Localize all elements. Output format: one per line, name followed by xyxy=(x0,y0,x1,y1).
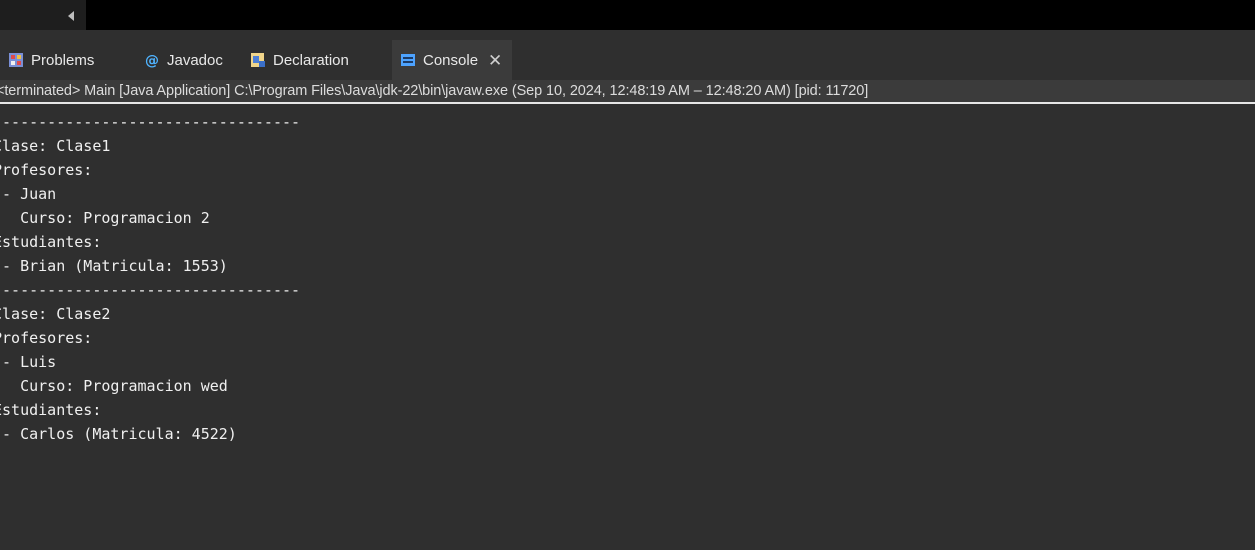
console-line: Clase: Clase2 xyxy=(0,305,111,323)
tab-label: Javadoc xyxy=(167,51,223,69)
console-line: ---------------------------------- xyxy=(0,281,301,299)
console-line: - Juan xyxy=(2,185,57,203)
console-line: Curso: Programacion 2 xyxy=(0,209,210,227)
console-status-line: <terminated> Main [Java Application] C:\… xyxy=(0,80,1255,102)
console-line: Clase: Clase1 xyxy=(0,137,111,155)
tab-console[interactable]: Console ✕ xyxy=(392,40,513,80)
tab-problems[interactable]: Problems xyxy=(8,40,94,80)
console-line: - Brian (Matricula: 1553) xyxy=(0,257,228,275)
console-line: - Luis xyxy=(2,353,57,371)
console-line: - Carlos (Matricula: 4522) xyxy=(0,425,237,443)
console-line: Estudiantes: xyxy=(0,401,102,419)
scroll-left-icon[interactable] xyxy=(68,11,74,21)
termination-status: <terminated> Main [Java Application] C:\… xyxy=(0,83,869,99)
tab-label: Problems xyxy=(31,51,95,69)
tab-label: Console xyxy=(423,51,479,69)
console-line: Profesores: xyxy=(0,161,93,179)
console-line: Estudiantes: xyxy=(0,233,102,251)
toolbar-scroll-area xyxy=(0,0,86,30)
javadoc-icon: @ xyxy=(144,52,160,69)
problems-icon xyxy=(8,52,24,68)
console-divider xyxy=(0,102,1255,104)
view-tab-bar: Problems @ Javadoc Declaration Console ✕ xyxy=(0,30,1255,80)
console-line: Curso: Programacion wed xyxy=(0,377,228,395)
console-line: Profesores: xyxy=(0,329,93,347)
console-output[interactable]: ---------------------------------- Clase… xyxy=(0,110,1255,550)
console-icon xyxy=(400,52,416,68)
tab-declaration[interactable]: Declaration xyxy=(250,40,349,80)
svg-text:@: @ xyxy=(145,53,159,68)
top-toolbar xyxy=(0,0,1255,30)
tab-label: Declaration xyxy=(273,51,349,69)
console-line: ---------------------------------- xyxy=(0,113,301,131)
declaration-icon xyxy=(250,52,266,68)
tab-javadoc[interactable]: @ Javadoc xyxy=(144,40,223,80)
close-icon[interactable]: ✕ xyxy=(488,52,502,69)
